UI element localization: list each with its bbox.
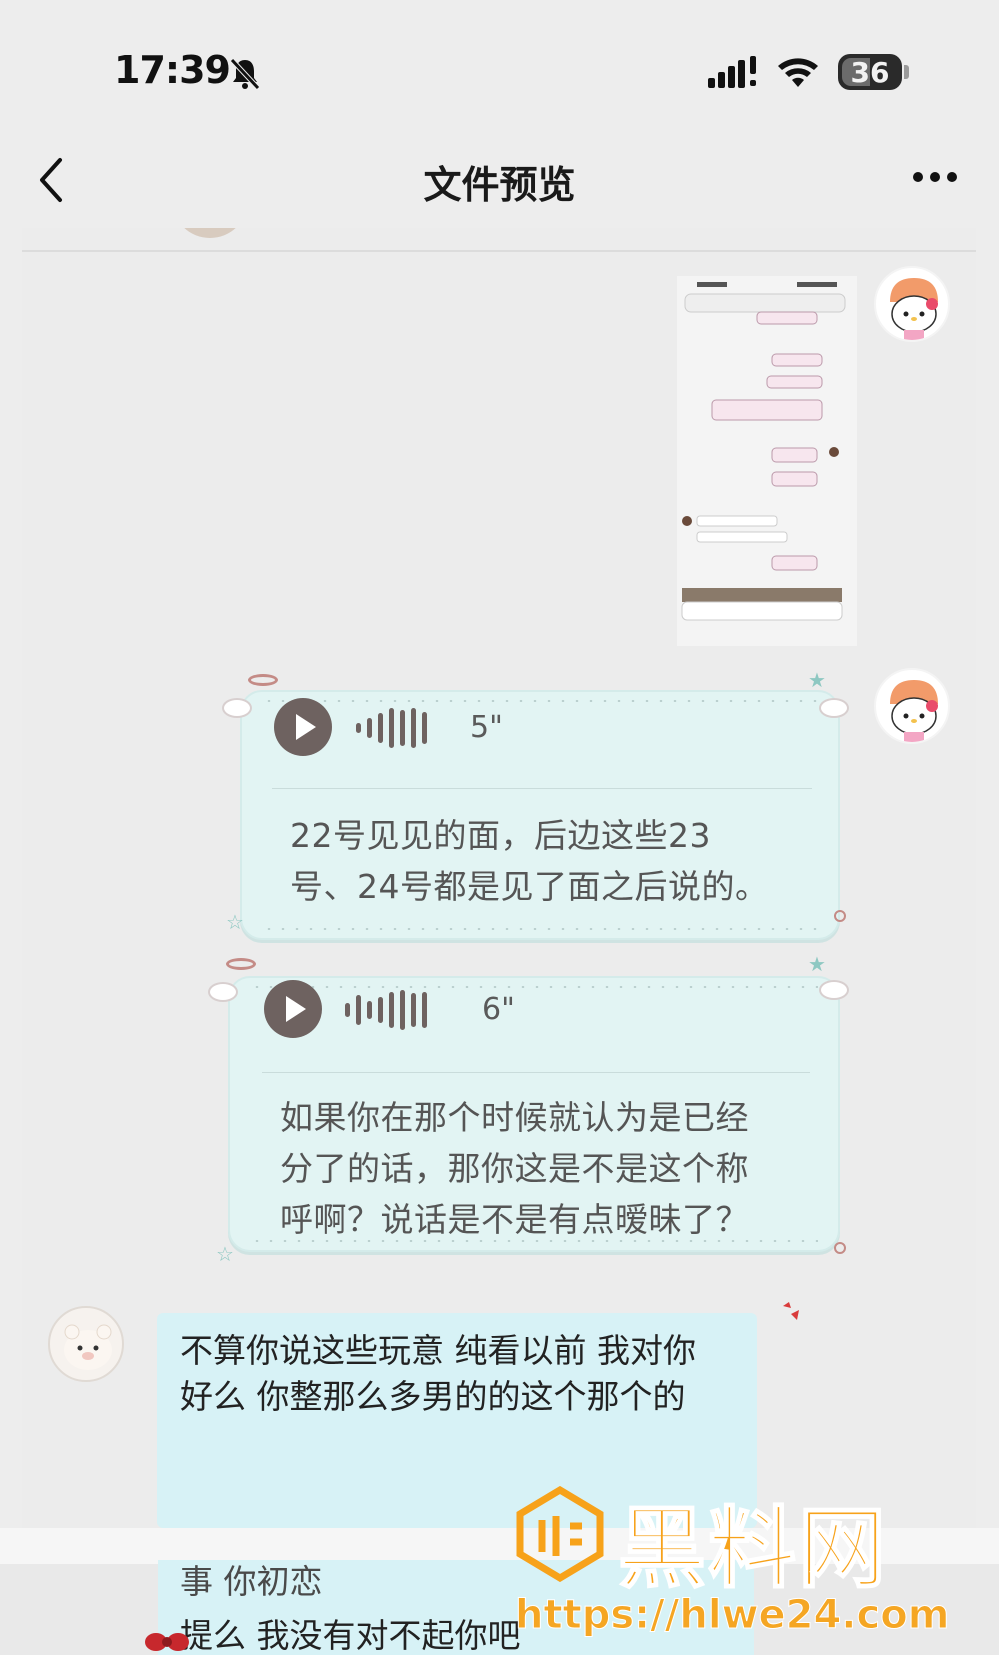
- star-icon: ★: [808, 952, 826, 976]
- star-icon: ☆: [216, 1242, 234, 1266]
- swirl-icon: [834, 1242, 846, 1254]
- chat-screenshot-thumbnail[interactable]: [677, 276, 857, 646]
- halo-icon: [248, 674, 278, 686]
- transcript-line: 如果你在那个时候就认为是已经: [280, 1098, 749, 1137]
- bubble-dots: [250, 986, 818, 988]
- watermark-logo-icon: [516, 1486, 604, 1582]
- message-text: 不算你说这些玩意 纯看以前 我对你 好么 你整那么多男的的这个那个的: [180, 1328, 760, 1420]
- avatar-kitty[interactable]: [874, 266, 950, 342]
- avatar-kitty[interactable]: [874, 668, 950, 744]
- divider: [272, 788, 812, 789]
- watermark-brand: 黑料网: [617, 1496, 889, 1601]
- watermark-url: https://hlwe24.com: [514, 1592, 950, 1639]
- wing-icon: [819, 980, 849, 1000]
- voice-transcript: 如果你在那个时候就认为是已经 分了的话，那你这是不是这个称 呼啊？说话是不是有点…: [280, 1092, 749, 1245]
- star-icon: ★: [808, 668, 826, 692]
- voice-duration: 5": [470, 710, 503, 745]
- play-button[interactable]: [264, 980, 322, 1038]
- message-line: 好么 你整那么多男的的这个那个的: [180, 1377, 686, 1416]
- nav-bar: 文件预览: [0, 130, 999, 230]
- divider: [22, 250, 976, 252]
- thumbnail-image: [677, 276, 857, 646]
- waveform-icon: [345, 990, 433, 1030]
- transcript-line: 22号见见的面，后边这些23: [290, 816, 711, 855]
- kitty-avatar-icon: [890, 278, 938, 340]
- heart-sticker-icon: [783, 1302, 799, 1320]
- waveform-icon: [356, 708, 433, 748]
- star-icon: ☆: [226, 910, 244, 934]
- voice-transcript: 22号见见的面，后边这些23 号、24号都是见了面之后说的。: [290, 810, 769, 912]
- battery-level: 36: [850, 56, 890, 89]
- wing-icon: [208, 982, 238, 1002]
- wing-icon: [819, 698, 849, 718]
- bow-sticker-icon: [145, 1633, 189, 1651]
- ellipsis-icon[interactable]: [912, 170, 958, 184]
- voice-duration: 6": [482, 992, 515, 1027]
- kitty-avatar-icon: [890, 680, 938, 742]
- transcript-line: 分了的话，那你这是不是这个称: [280, 1149, 749, 1188]
- status-time: 17:39: [114, 48, 231, 92]
- avatar: [172, 228, 248, 238]
- transcript-line: 号、24号都是见了面之后说的。: [290, 867, 769, 906]
- wing-icon: [222, 698, 252, 718]
- divider: [262, 1072, 810, 1073]
- page-title: 文件预览: [423, 163, 576, 207]
- bubble-dots: [262, 928, 818, 930]
- swirl-icon: [834, 910, 846, 922]
- bubble-dots: [262, 700, 818, 702]
- cellular-signal-icon: [708, 56, 756, 88]
- document-preview[interactable]: ★ ☆ 5" 22号见见的面，后边这些23 号、24号都是见了面之后说的。 ★ …: [22, 228, 976, 1528]
- avatar-pig[interactable]: [48, 1306, 124, 1382]
- battery-cap: [904, 65, 909, 79]
- status-bar: 17:39 36: [0, 0, 999, 130]
- message-line: 不算你说这些玩意 纯看以前 我对你: [180, 1331, 696, 1370]
- play-button[interactable]: [274, 698, 332, 756]
- battery-icon: 36: [838, 54, 902, 90]
- halo-icon: [226, 958, 256, 970]
- wifi-icon: [778, 58, 818, 87]
- mute-bell-icon: [230, 58, 260, 90]
- transcript-line: 呼啊？说话是不是有点暧昧了？: [280, 1200, 749, 1239]
- pig-avatar-icon: [64, 1324, 112, 1370]
